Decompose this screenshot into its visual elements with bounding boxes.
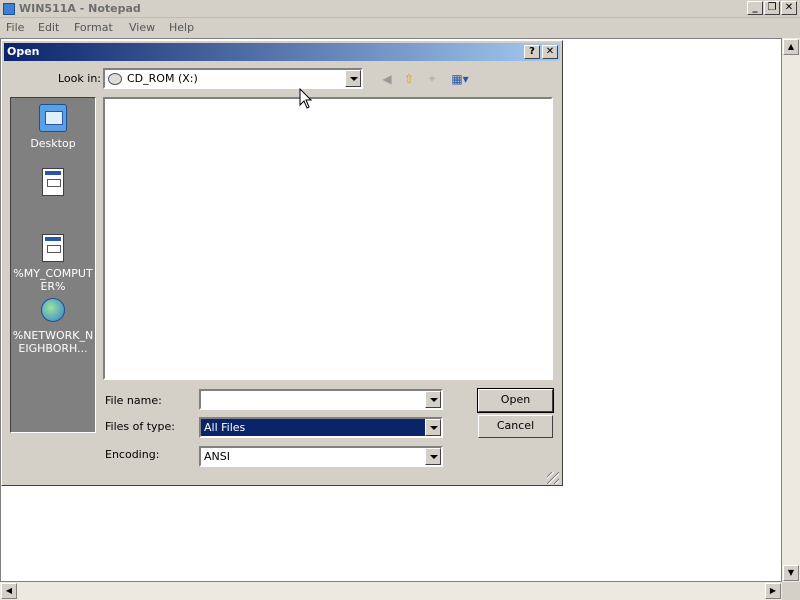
look-in-dropdown-icon[interactable]: [345, 70, 361, 87]
window-title: WIN511A - Notepad: [19, 2, 141, 15]
places-bar: Desktop %MY_COMPUTER% %NETWORK_NEIGHBORH…: [10, 97, 96, 433]
menu-file[interactable]: File: [6, 21, 24, 34]
encoding-combobox[interactable]: ANSI: [199, 446, 443, 467]
cd-drive-icon: [108, 73, 122, 85]
minimize-button[interactable]: _: [747, 1, 763, 15]
menu-format[interactable]: Format: [74, 21, 113, 34]
dialog-close-button[interactable]: ✕: [542, 45, 558, 59]
look-in-combobox[interactable]: CD_ROM (X:): [103, 68, 363, 89]
scrollbar-corner: [782, 582, 800, 600]
vertical-scrollbar[interactable]: ▲ ▼: [782, 38, 800, 582]
horizontal-scrollbar[interactable]: ◀ ▶: [0, 582, 782, 600]
place-network[interactable]: %NETWORK_NEIGHBORH...: [11, 296, 95, 355]
scroll-right-icon[interactable]: ▶: [765, 583, 781, 599]
file-name-dropdown-icon[interactable]: [425, 391, 441, 408]
menu-help[interactable]: Help: [169, 21, 194, 34]
look-in-label: Look in:: [58, 72, 101, 85]
back-icon[interactable]: ◀: [378, 70, 396, 88]
new-folder-icon[interactable]: ✦: [423, 70, 441, 88]
up-folder-icon[interactable]: ⇧: [400, 70, 418, 88]
place-label: %NETWORK_NEIGHBORH...: [12, 329, 94, 355]
scroll-left-icon[interactable]: ◀: [1, 583, 17, 599]
files-of-type-dropdown-icon[interactable]: [425, 419, 441, 436]
network-icon: [41, 298, 65, 322]
file-name-label: File name:: [105, 394, 162, 407]
notepad-app-icon: [3, 3, 15, 15]
files-of-type-combobox[interactable]: All Files: [199, 417, 443, 438]
mouse-cursor-icon: [299, 88, 313, 109]
encoding-value: ANSI: [204, 450, 230, 463]
file-list[interactable]: [103, 97, 553, 380]
files-of-type-value: All Files: [201, 419, 425, 436]
view-menu-icon[interactable]: ▦▾: [448, 70, 472, 88]
encoding-dropdown-icon[interactable]: [425, 448, 441, 465]
resize-grip-icon[interactable]: [547, 472, 559, 484]
files-of-type-label: Files of type:: [105, 420, 176, 433]
place-label: %MY_COMPUTER%: [13, 267, 93, 293]
open-button[interactable]: Open: [477, 388, 554, 413]
cancel-button[interactable]: Cancel: [478, 415, 553, 438]
document-icon: [42, 234, 64, 262]
file-name-combobox[interactable]: [199, 389, 443, 410]
help-button[interactable]: ?: [524, 45, 540, 59]
place-documents[interactable]: [11, 168, 95, 201]
document-icon: [42, 168, 64, 196]
place-label: Desktop: [30, 137, 76, 150]
notepad-title-bar[interactable]: WIN511A - Notepad _ ❐ ✕: [0, 0, 800, 18]
encoding-label: Encoding:: [105, 448, 160, 461]
close-window-button[interactable]: ✕: [781, 1, 797, 15]
look-in-value: CD_ROM (X:): [127, 72, 198, 85]
place-desktop[interactable]: Desktop: [11, 104, 95, 150]
restore-button[interactable]: ❐: [764, 1, 780, 15]
menu-view[interactable]: View: [129, 21, 155, 34]
dialog-title-bar[interactable]: Open ? ✕: [4, 43, 560, 61]
dialog-title: Open: [7, 45, 40, 58]
menu-bar: File Edit Format View Help: [0, 18, 800, 38]
desktop-icon: [39, 104, 67, 132]
scroll-up-icon[interactable]: ▲: [783, 39, 799, 55]
place-my-computer[interactable]: %MY_COMPUTER%: [11, 234, 95, 293]
scroll-down-icon[interactable]: ▼: [783, 565, 799, 581]
menu-edit[interactable]: Edit: [38, 21, 59, 34]
